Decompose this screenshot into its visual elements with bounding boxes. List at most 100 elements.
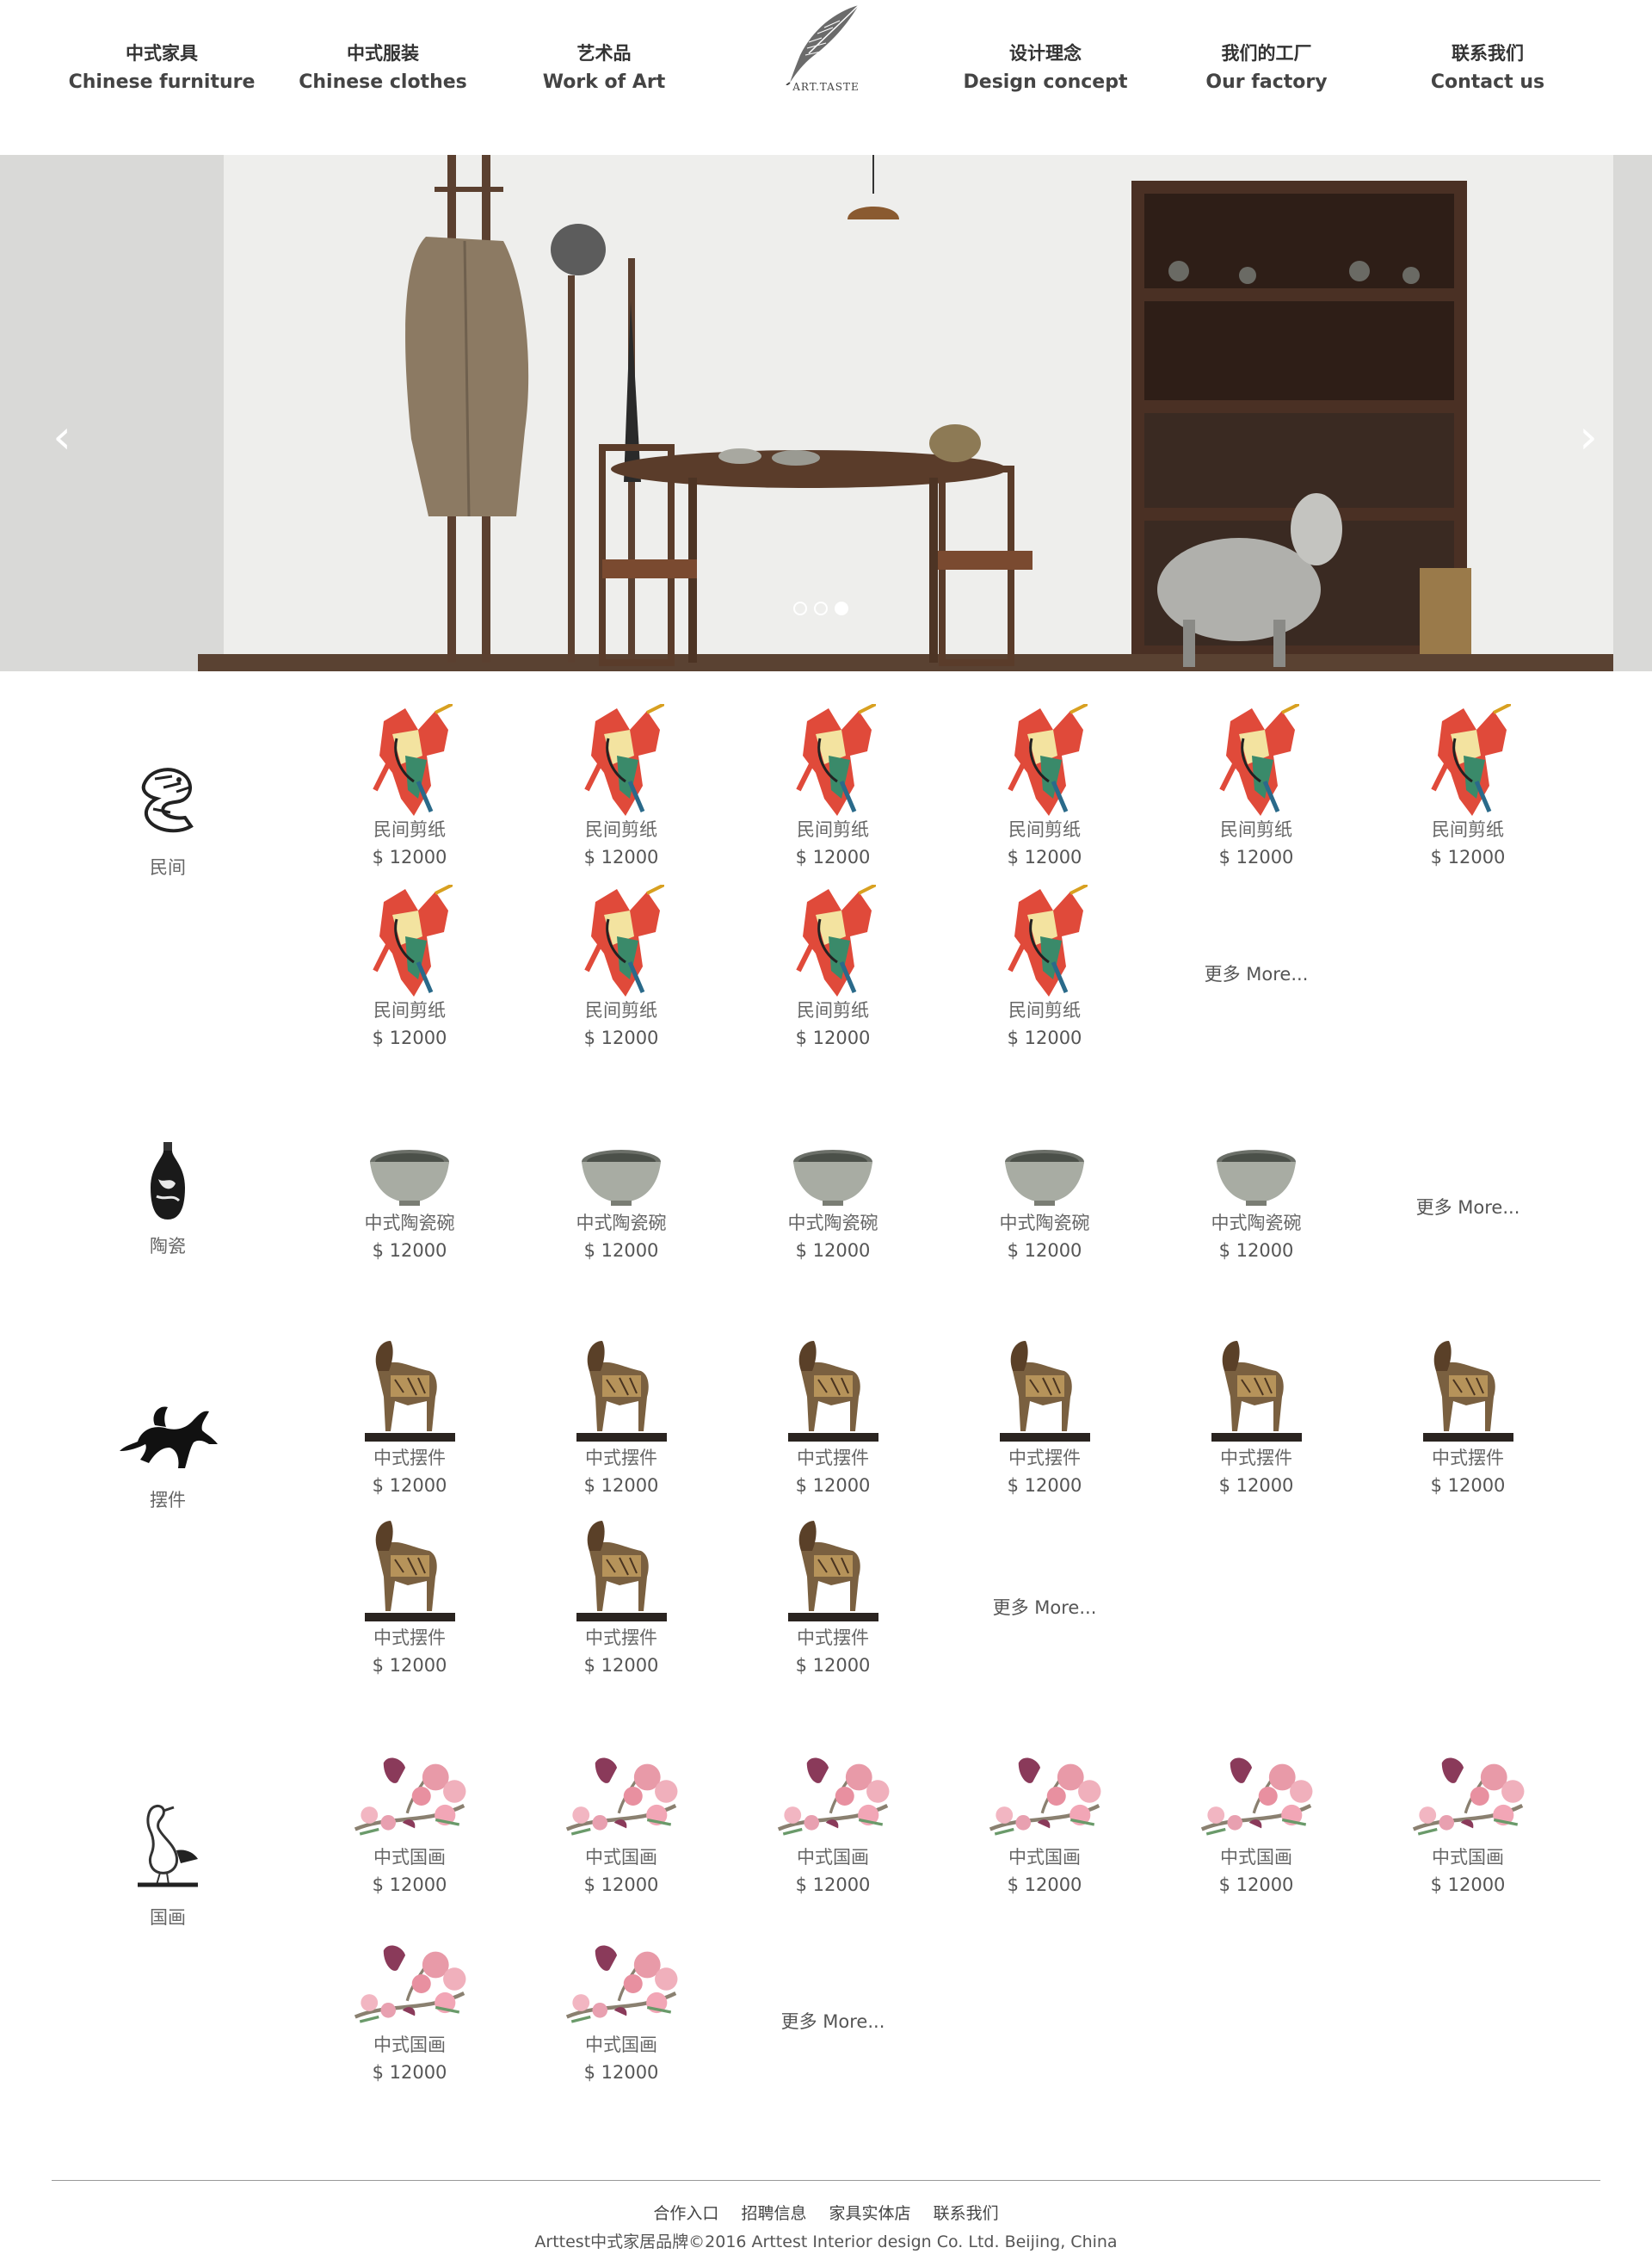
product-image[interactable] (780, 1516, 887, 1624)
product-card[interactable]: 中式摆件 $ 12000 (535, 1337, 707, 1499)
footer-link-stores[interactable]: 家具实体店 (829, 2204, 911, 2223)
product-name: 中式陶瓷碗 (364, 1213, 455, 1233)
product-image[interactable] (578, 704, 664, 816)
nav-design-concept[interactable]: 设计理念 Design concept (935, 39, 1156, 97)
product-image[interactable] (780, 1337, 887, 1444)
product-card[interactable]: 中式国画 $ 12000 (959, 1749, 1131, 1899)
carousel-prev-button[interactable]: ‹ (36, 411, 88, 463)
footer-link-contact[interactable]: 联系我们 (934, 2204, 999, 2223)
product-card[interactable]: 中式摆件 $ 12000 (1382, 1337, 1554, 1499)
product-card[interactable]: 民间剪纸 $ 12000 (1170, 704, 1342, 871)
product-image[interactable] (1179, 1749, 1334, 1843)
product-card[interactable]: 中式国画 $ 12000 (324, 1749, 496, 1899)
product-image[interactable] (356, 1516, 464, 1624)
nav-work-of-art[interactable]: 艺术品 Work of Art (494, 39, 714, 97)
product-card[interactable]: 中式陶瓷碗 $ 12000 (324, 1140, 496, 1264)
product-image[interactable] (544, 1936, 699, 2031)
product-card[interactable]: 中式国画 $ 12000 (324, 1936, 496, 2086)
product-image[interactable] (1415, 1337, 1522, 1444)
nav-label-zh: 中式家具 (126, 43, 198, 64)
product-image[interactable] (332, 1749, 487, 1843)
product-name: 中式摆件 (1432, 1448, 1504, 1468)
carousel-dot-1[interactable] (793, 602, 807, 615)
product-image[interactable] (1002, 885, 1088, 997)
nav-our-factory[interactable]: 我们的工厂 Our factory (1156, 39, 1377, 97)
product-price: $ 12000 (1007, 1475, 1082, 1496)
product-card[interactable]: 民间剪纸 $ 12000 (959, 704, 1131, 871)
product-card[interactable]: 中式国画 $ 12000 (535, 1936, 707, 2086)
product-card[interactable]: 中式陶瓷碗 $ 12000 (535, 1140, 707, 1264)
product-card[interactable]: 民间剪纸 $ 12000 (747, 704, 919, 871)
product-image[interactable] (1002, 704, 1088, 816)
nav-chinese-furniture[interactable]: 中式家具 Chinese furniture (52, 39, 272, 97)
product-image[interactable] (1425, 704, 1511, 816)
more-link[interactable]: 更多 More... (747, 2008, 919, 2034)
carousel-dot-2[interactable] (814, 602, 828, 615)
product-card[interactable]: 中式摆件 $ 12000 (324, 1516, 496, 1679)
product-card[interactable]: 中式摆件 $ 12000 (1170, 1337, 1342, 1499)
product-image[interactable] (367, 885, 453, 997)
product-card[interactable]: 民间剪纸 $ 12000 (535, 885, 707, 1052)
category-ornaments[interactable]: 摆件 (116, 1394, 219, 1512)
nav-label-zh: 艺术品 (576, 43, 632, 64)
more-link[interactable]: 更多 More... (1170, 960, 1342, 986)
more-link[interactable]: 更多 More... (959, 1594, 1131, 1620)
product-image[interactable] (367, 1140, 453, 1209)
nav-label-en: Our factory (1205, 71, 1328, 93)
product-card[interactable]: 中式摆件 $ 12000 (747, 1516, 919, 1679)
product-image[interactable] (790, 885, 876, 997)
product-image[interactable] (367, 704, 453, 816)
product-card[interactable]: 中式摆件 $ 12000 (535, 1516, 707, 1679)
product-card[interactable]: 民间剪纸 $ 12000 (1382, 704, 1554, 871)
product-price: $ 12000 (583, 1475, 659, 1496)
product-card[interactable]: 中式国画 $ 12000 (747, 1749, 919, 1899)
product-price: $ 12000 (372, 1240, 447, 1261)
product-image[interactable] (332, 1936, 487, 2031)
product-card[interactable]: 民间剪纸 $ 12000 (959, 885, 1131, 1052)
product-image[interactable] (578, 1140, 664, 1209)
product-card[interactable]: 中式陶瓷碗 $ 12000 (1170, 1140, 1342, 1264)
product-image[interactable] (1203, 1337, 1310, 1444)
category-folk[interactable]: 民间 (116, 757, 219, 880)
product-card[interactable]: 民间剪纸 $ 12000 (324, 704, 496, 871)
carousel-dot-3[interactable] (835, 602, 848, 615)
site-logo[interactable]: ART.TASTE (774, 3, 878, 105)
product-card[interactable]: 中式陶瓷碗 $ 12000 (959, 1140, 1131, 1264)
product-card[interactable]: 中式陶瓷碗 $ 12000 (747, 1140, 919, 1264)
product-image[interactable] (1213, 1140, 1299, 1209)
product-image[interactable] (578, 885, 664, 997)
product-card[interactable]: 中式国画 $ 12000 (535, 1749, 707, 1899)
nav-chinese-clothes[interactable]: 中式服装 Chinese clothes (273, 39, 493, 97)
product-image[interactable] (356, 1337, 464, 1444)
product-image[interactable] (568, 1516, 675, 1624)
product-name: 民间剪纸 (797, 1000, 869, 1021)
category-ceramics[interactable]: 陶瓷 (116, 1140, 219, 1258)
product-card[interactable]: 中式摆件 $ 12000 (747, 1337, 919, 1499)
product-image[interactable] (991, 1337, 1099, 1444)
product-card[interactable]: 民间剪纸 $ 12000 (535, 704, 707, 871)
product-image[interactable] (755, 1749, 910, 1843)
product-card[interactable]: 中式摆件 $ 12000 (959, 1337, 1131, 1499)
product-card[interactable]: 中式摆件 $ 12000 (324, 1337, 496, 1499)
product-image[interactable] (1002, 1140, 1088, 1209)
nav-contact-us[interactable]: 联系我们 Contact us (1378, 39, 1598, 97)
product-image[interactable] (1213, 704, 1299, 816)
product-name: 中式陶瓷碗 (1211, 1213, 1302, 1233)
product-card[interactable]: 民间剪纸 $ 12000 (324, 885, 496, 1052)
product-image[interactable] (544, 1749, 699, 1843)
product-image[interactable] (967, 1749, 1122, 1843)
crane-icon (138, 1804, 198, 1887)
product-card[interactable]: 中式国画 $ 12000 (1382, 1749, 1554, 1899)
product-image[interactable] (568, 1337, 675, 1444)
more-link[interactable]: 更多 More... (1382, 1194, 1554, 1220)
product-card[interactable]: 中式国画 $ 12000 (1170, 1749, 1342, 1899)
product-card[interactable]: 民间剪纸 $ 12000 (747, 885, 919, 1052)
footer-link-cooperation[interactable]: 合作入口 (653, 2204, 718, 2223)
product-image[interactable] (790, 704, 876, 816)
category-painting[interactable]: 国画 (116, 1799, 219, 1930)
product-name: 中式陶瓷碗 (787, 1213, 878, 1233)
carousel-next-button[interactable]: › (1563, 411, 1614, 463)
product-image[interactable] (790, 1140, 876, 1209)
product-image[interactable] (1390, 1749, 1545, 1843)
footer-link-jobs[interactable]: 招聘信息 (741, 2204, 806, 2223)
